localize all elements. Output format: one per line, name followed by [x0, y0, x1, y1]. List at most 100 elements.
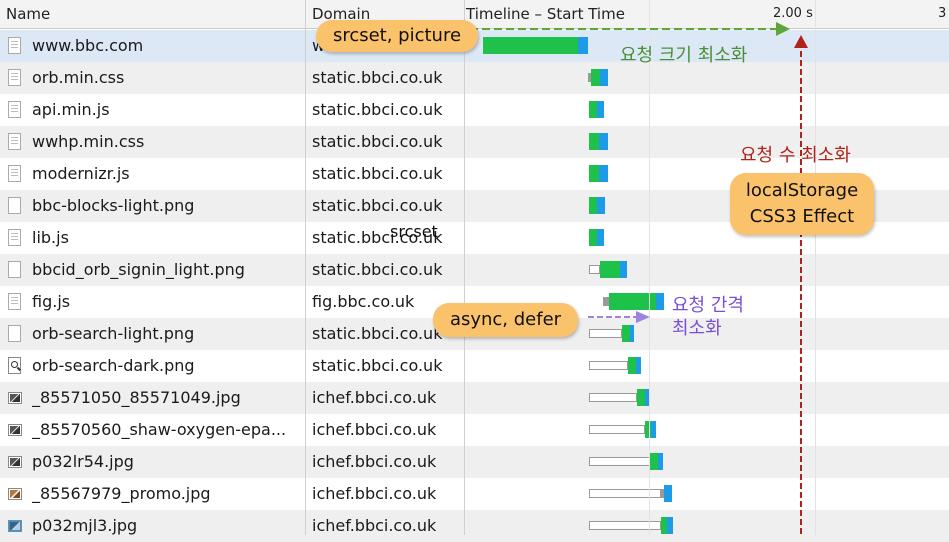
image-thumb-icon	[8, 424, 22, 436]
request-domain: ichef.bbci.co.uk	[312, 516, 437, 535]
note-srcset: srcset	[390, 222, 438, 241]
timeline-bar-green	[483, 37, 578, 54]
request-name: _85570560_shaw-oxygen-epa...	[32, 420, 287, 439]
timeline-bar-wait	[589, 521, 661, 530]
note-request-size: 요청 크기 최소화	[620, 45, 748, 66]
table-row[interactable]: p032lr54.jpg ichef.bbci.co.uk	[0, 446, 949, 478]
table-row[interactable]: p032mjl3.jpg ichef.bbci.co.uk	[0, 510, 949, 542]
timeline-bar-wait	[589, 361, 628, 370]
image-thumb-icon	[8, 392, 22, 404]
request-name: fig.js	[32, 292, 71, 311]
timeline-bar-wait	[589, 329, 622, 338]
request-domain: ichef.bbci.co.uk	[312, 452, 437, 471]
request-domain: ichef.bbci.co.uk	[312, 388, 437, 407]
callout-localstorage-line1: localStorage	[745, 180, 859, 201]
callout-srcset-picture: srcset, picture	[316, 20, 478, 52]
timeline-bar-green	[628, 357, 636, 374]
document-icon	[8, 69, 21, 86]
note-request-interval-line1: 요청 간격	[672, 295, 744, 316]
timeline-bar-blue	[597, 101, 604, 118]
image-thumb-icon	[8, 488, 22, 500]
request-domain: static.bbci.co.uk	[312, 324, 443, 343]
blank-file-icon	[8, 197, 21, 214]
note-request-interval-line2: 최소화	[672, 318, 722, 339]
request-name: _85567979_promo.jpg	[32, 484, 211, 503]
timeline-bar-blue	[597, 197, 605, 214]
timeline-bar-green	[600, 261, 620, 278]
timeline-bar-wait	[589, 265, 600, 274]
column-header-timeline[interactable]: Timeline – Start Time	[466, 0, 625, 28]
table-row[interactable]: _85570560_shaw-oxygen-epa... ichef.bbci.c…	[0, 414, 949, 446]
timeline-bar-blue	[664, 485, 672, 502]
column-divider	[305, 0, 306, 535]
request-domain: static.bbci.co.uk	[312, 100, 443, 119]
request-name: bbcid_orb_signin_light.png	[32, 260, 245, 279]
request-name: wwhp.min.css	[32, 132, 145, 151]
timeline-gridline	[815, 0, 816, 535]
timeline-bar-blue	[599, 133, 608, 150]
document-icon	[8, 293, 21, 310]
table-row[interactable]: orb-search-dark.png static.bbci.co.uk	[0, 350, 949, 382]
request-domain: static.bbci.co.uk	[312, 164, 443, 183]
timeline-bar-blue	[597, 229, 604, 246]
timeline-bar-blue	[658, 453, 663, 470]
image-thumb-icon	[8, 520, 22, 532]
timeline-bar-green	[589, 197, 597, 214]
request-domain: ichef.bbci.co.uk	[312, 484, 437, 503]
request-name: orb.min.css	[32, 68, 125, 87]
callout-async-defer: async, defer	[433, 303, 578, 337]
timeline-bar-blue	[667, 517, 673, 534]
timeline-bar-blue	[656, 293, 664, 310]
timeline-bar-blue	[636, 357, 641, 374]
table-header: Name Domain Timeline – Start Time 2.00 s…	[0, 0, 949, 29]
request-domain: static.bbci.co.uk	[312, 196, 443, 215]
request-name: p032mjl3.jpg	[32, 516, 138, 535]
request-name: www.bbc.com	[32, 36, 144, 55]
request-name: _85571050_85571049.jpg	[32, 388, 241, 407]
request-name: orb-search-light.png	[32, 324, 195, 343]
callout-localstorage: localStorage CSS3 Effect	[730, 173, 874, 235]
timeline-tick-2s: 2.00 s	[773, 6, 813, 21]
request-name: lib.js	[32, 228, 69, 247]
timeline-bar-green	[589, 229, 597, 246]
timeline-bar-wait	[589, 393, 637, 402]
document-icon	[8, 229, 21, 246]
request-domain: static.bbci.co.uk	[312, 68, 443, 87]
table-row[interactable]: _85571050_85571049.jpg ichef.bbci.co.uk	[0, 382, 949, 414]
blank-file-icon	[8, 261, 21, 278]
timeline-bar-blue	[651, 421, 656, 438]
table-row[interactable]: orb.min.css static.bbci.co.uk	[0, 62, 949, 94]
timeline-bar-green	[589, 165, 599, 182]
timeline-bar-blue	[599, 165, 608, 182]
timeline-bar-wait	[589, 425, 645, 434]
search-icon	[8, 357, 21, 374]
blank-file-icon	[8, 325, 21, 342]
timeline-bar-blue	[620, 261, 627, 278]
note-request-interval: 요청 간격 최소화	[672, 294, 744, 340]
timeline-bar-blue	[600, 69, 608, 86]
request-name: bbc-blocks-light.png	[32, 196, 195, 215]
table-row[interactable]: api.min.js static.bbci.co.uk	[0, 94, 949, 126]
document-icon	[8, 101, 21, 118]
timeline-bar-green	[589, 133, 599, 150]
image-thumb-icon	[8, 456, 22, 468]
document-icon	[8, 37, 21, 54]
note-request-count: 요청 수 최소화	[740, 145, 851, 166]
request-domain: fig.bbc.co.uk	[312, 292, 415, 311]
table-row[interactable]: bbcid_orb_signin_light.png static.bbci.co…	[0, 254, 949, 286]
table-row[interactable]: _85567979_promo.jpg ichef.bbci.co.uk	[0, 478, 949, 510]
timeline-bar-wait	[589, 457, 650, 466]
column-header-name[interactable]: Name	[6, 0, 50, 28]
request-name: modernizr.js	[32, 164, 130, 183]
request-name: p032lr54.jpg	[32, 452, 134, 471]
timeline-bar-green	[622, 325, 630, 342]
timeline-bar-green	[591, 69, 600, 86]
timeline-bar-green	[637, 389, 645, 406]
document-icon	[8, 165, 21, 182]
request-name: orb-search-dark.png	[32, 356, 195, 375]
request-domain: static.bbci.co.uk	[312, 356, 443, 375]
request-domain: static.bbci.co.uk	[312, 132, 443, 151]
timeline-bar-green	[650, 453, 658, 470]
request-domain: ichef.bbci.co.uk	[312, 420, 437, 439]
column-divider	[464, 0, 465, 535]
